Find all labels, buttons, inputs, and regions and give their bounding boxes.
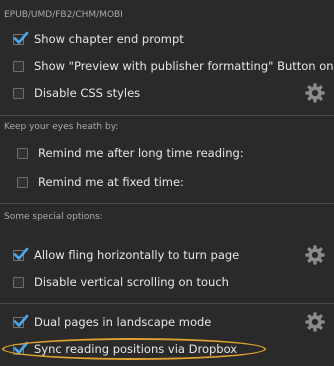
section-divider bbox=[0, 303, 334, 304]
setting-chapter-end-prompt[interactable]: Show chapter end prompt bbox=[0, 27, 334, 51]
gear-icon[interactable] bbox=[304, 82, 326, 104]
checkbox-checked[interactable] bbox=[13, 31, 29, 45]
gear-icon[interactable] bbox=[304, 244, 326, 266]
setting-label: Remind me at fixed time: bbox=[38, 175, 184, 189]
setting-label: Sync reading positions via Dropbox bbox=[34, 342, 238, 356]
setting-label: Remind me after long time reading: bbox=[38, 146, 244, 160]
setting-preview-publisher-button[interactable]: Show "Preview with publisher formatting"… bbox=[0, 54, 334, 78]
check-mark-icon bbox=[13, 314, 29, 327]
setting-label: Disable vertical scrolling on touch bbox=[34, 275, 229, 289]
setting-label: Allow fling horizontally to turn page bbox=[34, 248, 240, 262]
section-header-eye-health: Keep your eyes heath by: bbox=[4, 122, 119, 132]
setting-label: Show "Preview with publisher formatting"… bbox=[34, 59, 334, 73]
setting-fling-horizontal[interactable]: Allow fling horizontally to turn page bbox=[0, 243, 334, 267]
checkbox-unchecked[interactable] bbox=[13, 87, 24, 99]
checkbox-checked[interactable] bbox=[13, 314, 29, 328]
checkbox-checked[interactable] bbox=[13, 341, 29, 355]
setting-sync-dropbox[interactable]: Sync reading positions via Dropbox bbox=[0, 337, 334, 361]
setting-label: Dual pages in landscape mode bbox=[34, 315, 212, 329]
checkbox-unchecked[interactable] bbox=[13, 60, 24, 72]
settings-panel: EPUB/UMD/FB2/CHM/MOBI Show chapter end p… bbox=[0, 0, 334, 366]
check-mark-icon bbox=[13, 247, 29, 260]
setting-dual-pages-landscape[interactable]: Dual pages in landscape mode bbox=[0, 310, 334, 334]
setting-label: Disable CSS styles bbox=[34, 86, 141, 100]
setting-remind-long-reading[interactable]: Remind me after long time reading: bbox=[0, 141, 334, 165]
section-header-ebook-formats: EPUB/UMD/FB2/CHM/MOBI bbox=[4, 10, 123, 20]
checkbox-unchecked[interactable] bbox=[17, 147, 28, 159]
setting-disable-vertical-scroll[interactable]: Disable vertical scrolling on touch bbox=[0, 270, 334, 294]
setting-disable-css-styles[interactable]: Disable CSS styles bbox=[0, 81, 334, 105]
setting-label: Show chapter end prompt bbox=[34, 32, 184, 46]
gear-icon[interactable] bbox=[304, 311, 326, 333]
section-header-special-options: Some special options: bbox=[4, 212, 103, 222]
section-divider bbox=[0, 115, 334, 116]
section-divider bbox=[0, 203, 334, 204]
check-mark-icon bbox=[13, 341, 29, 354]
checkbox-unchecked[interactable] bbox=[17, 176, 28, 188]
checkbox-checked[interactable] bbox=[13, 247, 29, 261]
check-mark-icon bbox=[13, 31, 29, 44]
checkbox-unchecked[interactable] bbox=[13, 276, 24, 288]
setting-remind-fixed-time[interactable]: Remind me at fixed time: bbox=[0, 170, 334, 194]
